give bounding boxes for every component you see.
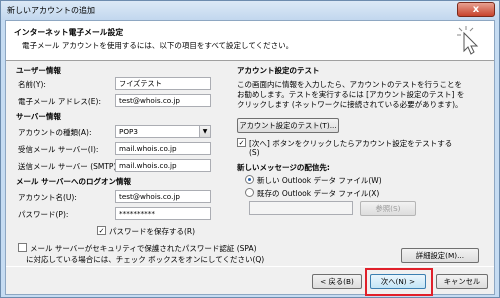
auto-test-label-line2: (S)	[249, 148, 260, 157]
outgoing-server-label: 送信メール サーバー (SMTP)(O):	[18, 162, 131, 171]
new-data-file-label: 新しい Outlook データ ファイル(W)	[257, 176, 382, 185]
close-button[interactable]: x	[457, 2, 495, 17]
remember-password-label: パスワードを保存する(R)	[109, 227, 196, 236]
test-settings-heading: アカウント設定のテスト	[237, 66, 320, 75]
user-info-heading: ユーザー情報	[16, 66, 61, 75]
outgoing-server-input[interactable]: mail.whois.co.jp	[115, 159, 211, 172]
account-type-select[interactable]: POP3 ▼	[115, 125, 211, 138]
next-button-highlight	[365, 268, 433, 296]
header-subtitle: 電子メール アカウントを使用するには、以下の項目をすべて設定してください。	[22, 41, 294, 50]
existing-data-file-label: 既存の Outlook データ ファイル(X)	[257, 189, 380, 198]
remember-password-checkbox[interactable]: ✓	[97, 226, 106, 235]
title-bar[interactable]: 新しいアカウントの追加 x	[1, 1, 499, 20]
email-input[interactable]: test@whois.co.jp	[115, 94, 211, 107]
existing-data-file-radio[interactable]	[245, 188, 254, 197]
existing-data-file-input[interactable]	[249, 201, 353, 215]
spa-checkbox[interactable]	[18, 243, 27, 252]
auto-test-label-line1: [次へ] ボタンをクリックしたらアカウント設定をテストする	[249, 139, 453, 148]
account-type-label: アカウントの種類(A):	[18, 128, 92, 137]
dialog-body: インターネット電子メール設定 電子メール アカウントを使用するには、以下の項目を…	[5, 20, 495, 295]
more-settings-button[interactable]: 詳細設定(M)...	[401, 248, 479, 263]
wizard-header: インターネット電子メール設定 電子メール アカウントを使用するには、以下の項目を…	[6, 21, 494, 61]
logon-info-heading: メール サーバーへのログオン情報	[16, 177, 132, 186]
name-label: 名前(Y):	[18, 80, 46, 89]
chevron-down-icon[interactable]: ▼	[199, 126, 210, 137]
dialog-window: 新しいアカウントの追加 x インターネット電子メール設定 電子メール アカウント…	[0, 0, 500, 298]
incoming-server-input[interactable]: mail.whois.co.jp	[115, 142, 211, 155]
account-name-input[interactable]: test@whois.co.jp	[115, 190, 211, 203]
window-title: 新しいアカウントの追加	[7, 6, 95, 15]
cancel-button[interactable]: キャンセル	[436, 274, 488, 289]
footer-divider	[6, 266, 494, 267]
password-input[interactable]: **********	[115, 207, 211, 220]
header-title: インターネット電子メール設定	[14, 28, 124, 37]
back-button[interactable]: < 戻る(B)	[312, 274, 362, 289]
name-input[interactable]: フイズテスト	[115, 77, 211, 90]
new-data-file-radio[interactable]	[245, 175, 254, 184]
delivery-heading: 新しいメッセージの配信先:	[237, 163, 330, 172]
password-label: パスワード(P):	[18, 210, 69, 219]
server-info-heading: サーバー情報	[16, 112, 61, 121]
account-name-label: アカウント名(U):	[18, 193, 77, 202]
cursor-sparkle-icon	[457, 26, 479, 55]
spa-label-line2: に対応している場合には、チェック ボックスをオンにしてください(Q)	[26, 255, 265, 264]
browse-button[interactable]: 参照(S)	[360, 201, 416, 216]
test-account-button[interactable]: アカウント設定のテスト(T)...	[237, 118, 339, 133]
auto-test-checkbox[interactable]: ✓	[237, 138, 246, 147]
spa-label-line1: メール サーバーがセキュリティで保護されたパスワード認証 (SPA)	[30, 244, 257, 253]
email-label: 電子メール アドレス(E):	[18, 97, 102, 106]
test-desc-line3: クリックします (ネットワークに接続されている必要があります)。	[237, 100, 463, 109]
account-type-value: POP3	[119, 127, 138, 136]
incoming-server-label: 受信メール サーバー(I):	[18, 145, 99, 154]
